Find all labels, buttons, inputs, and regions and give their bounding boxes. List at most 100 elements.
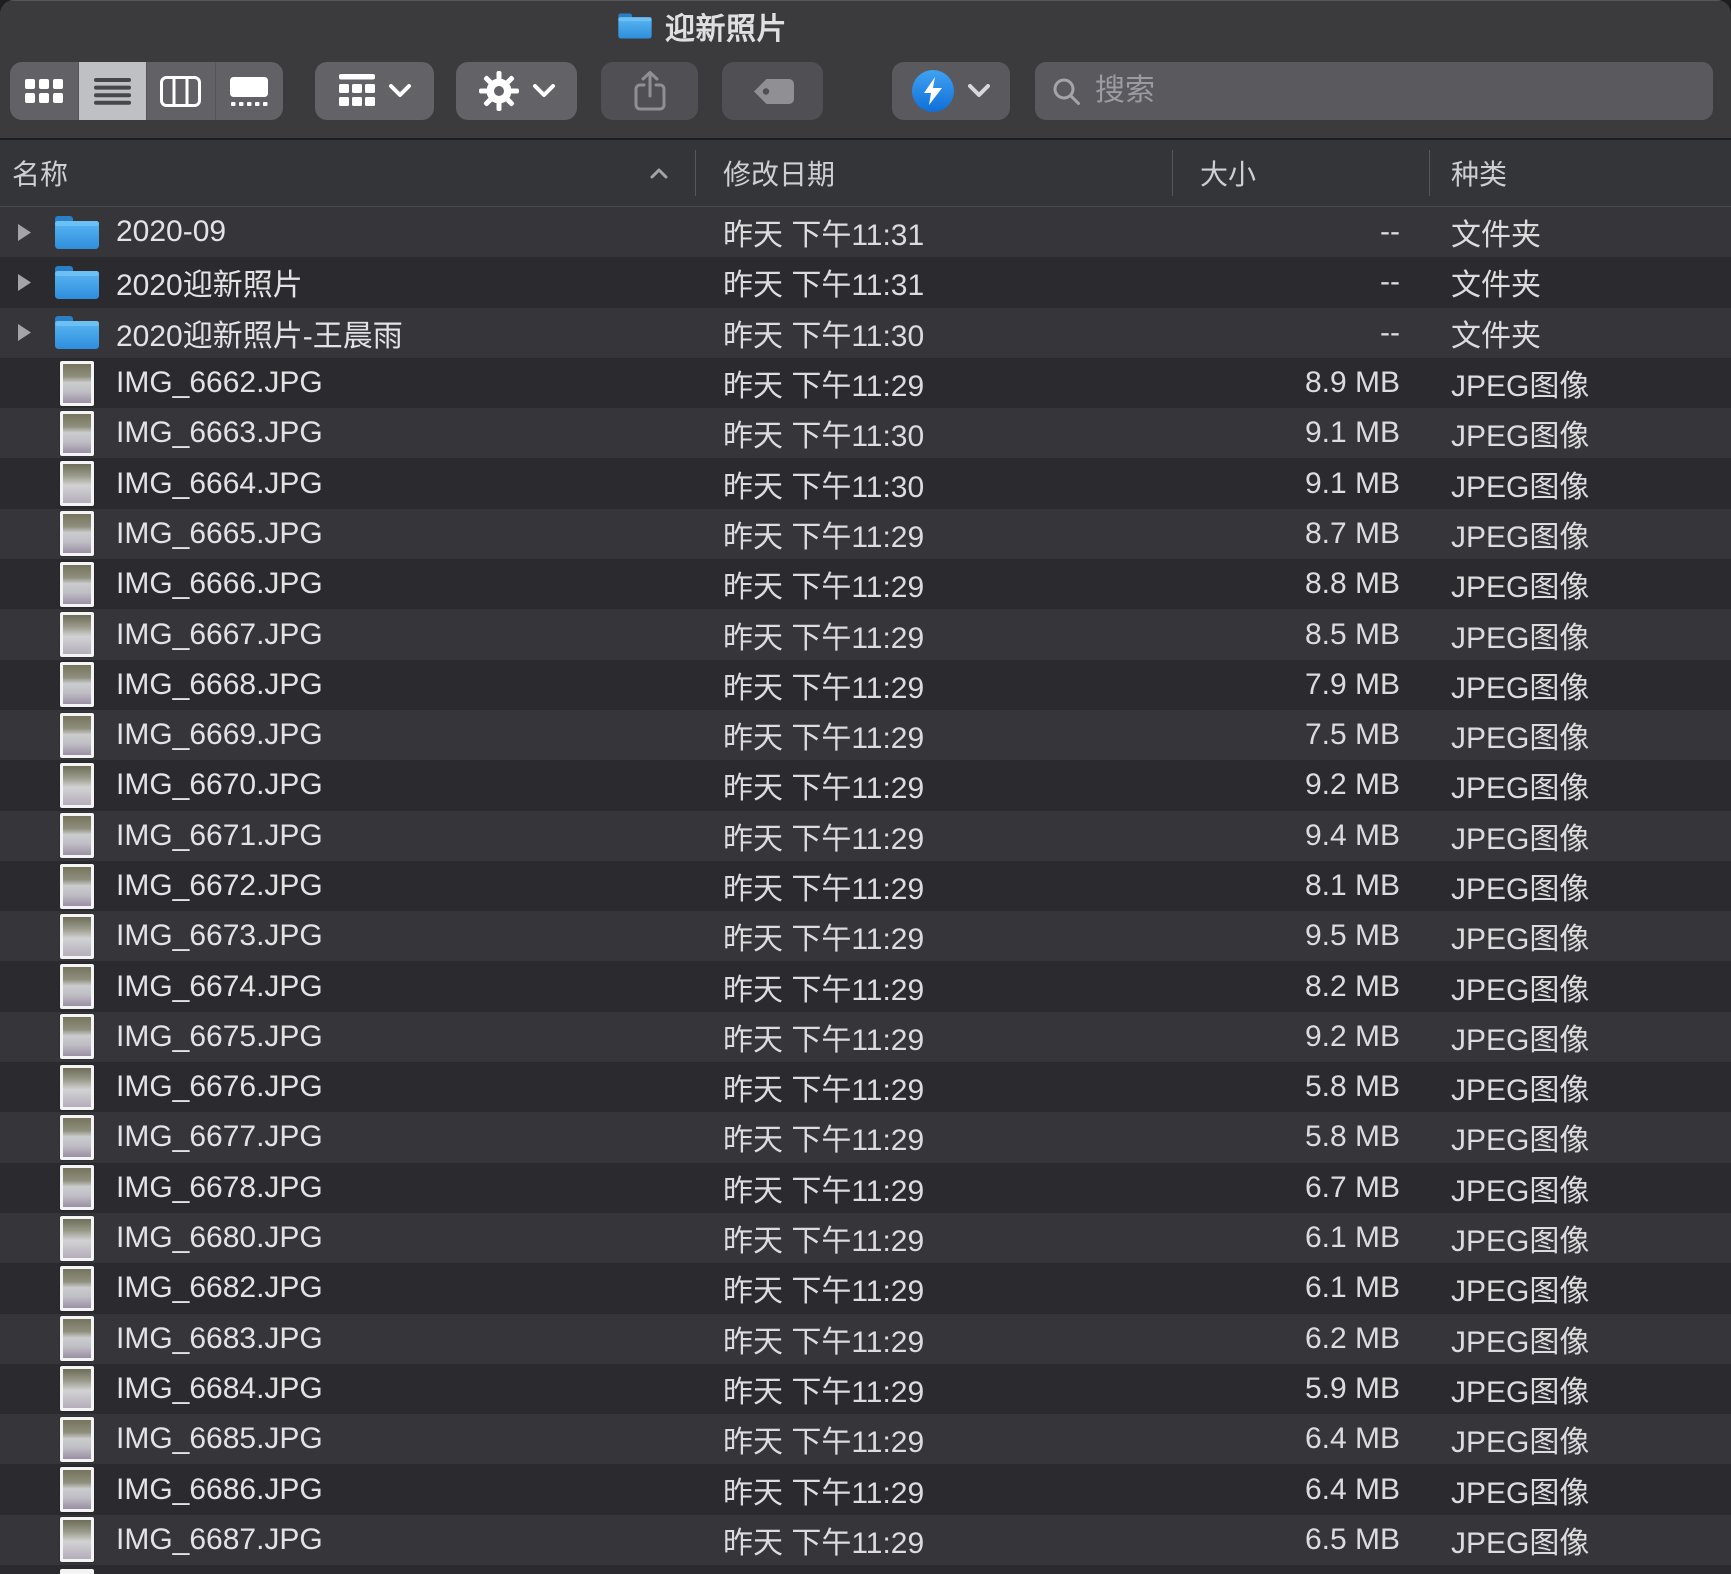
file-icon-slot — [48, 461, 106, 506]
file-kind: JPEG图像 — [1429, 1166, 1731, 1210]
file-size: 6.4 MB — [1172, 1422, 1429, 1456]
disclosure-triangle-icon[interactable] — [0, 726, 48, 745]
table-row[interactable]: IMG_6664.JPG 昨天 下午11:30 9.1 MB JPEG图像 — [0, 458, 1731, 508]
table-row[interactable]: IMG_6683.JPG 昨天 下午11:29 6.2 MB JPEG图像 — [0, 1314, 1731, 1364]
disclosure-triangle-icon[interactable] — [0, 1480, 48, 1499]
table-row[interactable]: IMG_6670.JPG 昨天 下午11:29 9.2 MB JPEG图像 — [0, 760, 1731, 810]
gallery-view-button[interactable] — [215, 62, 284, 120]
disclosure-triangle-icon[interactable] — [0, 1078, 48, 1097]
disclosure-triangle-icon[interactable] — [0, 776, 48, 795]
table-row[interactable]: IMG_6672.JPG 昨天 下午11:29 8.1 MB JPEG图像 — [0, 861, 1731, 911]
window-title: 迎新照片 — [665, 4, 787, 48]
table-row[interactable]: IMG_6687.JPG 昨天 下午11:29 6.5 MB JPEG图像 — [0, 1515, 1731, 1565]
tag-button[interactable] — [722, 62, 823, 120]
disclosure-triangle-icon[interactable] — [0, 675, 48, 694]
table-row[interactable]: IMG_6673.JPG 昨天 下午11:29 9.5 MB JPEG图像 — [0, 911, 1731, 961]
table-row[interactable]: IMG_6684.JPG 昨天 下午11:29 5.9 MB JPEG图像 — [0, 1364, 1731, 1414]
column-view-button[interactable] — [146, 62, 215, 120]
file-icon-slot — [48, 1216, 106, 1261]
table-row[interactable]: 2020-09 昨天 下午11:31 -- 文件夹 — [0, 207, 1731, 257]
disclosure-triangle-icon[interactable] — [0, 877, 48, 896]
column-header-size[interactable]: 大小 — [1172, 140, 1429, 206]
table-row[interactable]: IMG_6676.JPG 昨天 下午11:29 5.8 MB JPEG图像 — [0, 1062, 1731, 1112]
disclosure-triangle-icon[interactable] — [0, 374, 48, 393]
search-input[interactable] — [1093, 73, 1697, 109]
file-kind: 文件夹 — [1429, 210, 1731, 254]
disclosure-triangle-icon[interactable] — [0, 1027, 48, 1046]
disclosure-triangle-icon[interactable] — [0, 1178, 48, 1197]
action-menu-button[interactable] — [456, 62, 577, 120]
table-row[interactable]: IMG_6680.JPG 昨天 下午11:29 6.1 MB JPEG图像 — [0, 1213, 1731, 1263]
file-icon-slot — [48, 1517, 106, 1562]
icon-view-button[interactable] — [10, 62, 78, 120]
column-header-kind[interactable]: 种类 — [1429, 140, 1731, 206]
table-row[interactable]: IMG_6668.JPG 昨天 下午11:29 7.9 MB JPEG图像 — [0, 660, 1731, 710]
disclosure-triangle-icon[interactable] — [0, 524, 48, 543]
column-header-kind-label: 种类 — [1451, 153, 1507, 193]
table-row[interactable]: IMG_6677.JPG 昨天 下午11:29 5.8 MB JPEG图像 — [0, 1112, 1731, 1162]
table-row[interactable]: IMG_6662.JPG 昨天 下午11:29 8.9 MB JPEG图像 — [0, 358, 1731, 408]
disclosure-triangle-icon[interactable] — [0, 1379, 48, 1398]
file-size: 9.2 MB — [1172, 1020, 1429, 1054]
file-name: IMG_6672.JPG — [116, 869, 323, 903]
disclosure-triangle-icon[interactable] — [0, 826, 48, 845]
file-size: 6.2 MB — [1172, 1322, 1429, 1356]
column-header-name[interactable]: 名称 — [0, 140, 695, 206]
disclosure-triangle-icon[interactable] — [0, 575, 48, 594]
name-cell: IMG_6665.JPG — [0, 509, 695, 559]
file-name: IMG_6683.JPG — [116, 1322, 323, 1356]
photo-thumbnail — [60, 1216, 94, 1261]
disclosure-triangle-icon[interactable] — [0, 273, 48, 292]
file-size: 6.7 MB — [1172, 1171, 1429, 1205]
file-icon-slot — [48, 612, 106, 657]
extension-badge — [912, 70, 954, 112]
sort-ascending-icon — [650, 167, 668, 179]
column-view-icon — [160, 76, 201, 107]
table-row[interactable]: IMG_6685.JPG 昨天 下午11:29 6.4 MB JPEG图像 — [0, 1414, 1731, 1464]
table-row[interactable]: IMG_6665.JPG 昨天 下午11:29 8.7 MB JPEG图像 — [0, 509, 1731, 559]
group-by-button[interactable] — [315, 62, 434, 120]
table-row[interactable]: IMG_6667.JPG 昨天 下午11:29 8.5 MB JPEG图像 — [0, 609, 1731, 659]
file-name: IMG_6664.JPG — [116, 467, 323, 501]
disclosure-triangle-icon[interactable] — [0, 625, 48, 644]
share-button[interactable] — [601, 62, 698, 120]
partial-row — [0, 1565, 1731, 1574]
disclosure-triangle-icon[interactable] — [0, 474, 48, 493]
disclosure-triangle-icon[interactable] — [0, 1128, 48, 1147]
table-row[interactable]: IMG_6686.JPG 昨天 下午11:29 6.4 MB JPEG图像 — [0, 1464, 1731, 1514]
extension-button[interactable] — [892, 62, 1010, 120]
disclosure-triangle-icon[interactable] — [0, 323, 48, 342]
disclosure-triangle-icon[interactable] — [0, 1430, 48, 1449]
file-size: 6.1 MB — [1172, 1271, 1429, 1305]
file-kind: 文件夹 — [1429, 311, 1731, 355]
file-icon-slot — [48, 1316, 106, 1361]
list-view-button[interactable] — [78, 62, 147, 120]
table-row[interactable]: IMG_6675.JPG 昨天 下午11:29 9.2 MB JPEG图像 — [0, 1012, 1731, 1062]
file-name: IMG_6684.JPG — [116, 1372, 323, 1406]
disclosure-triangle-icon[interactable] — [0, 1229, 48, 1248]
table-row[interactable]: IMG_6682.JPG 昨天 下午11:29 6.1 MB JPEG图像 — [0, 1263, 1731, 1313]
table-row[interactable]: IMG_6678.JPG 昨天 下午11:29 6.7 MB JPEG图像 — [0, 1163, 1731, 1213]
file-date: 昨天 下午11:29 — [695, 814, 1172, 858]
disclosure-triangle-icon[interactable] — [0, 1329, 48, 1348]
table-row[interactable]: IMG_6674.JPG 昨天 下午11:29 8.2 MB JPEG图像 — [0, 961, 1731, 1011]
disclosure-triangle-icon[interactable] — [0, 977, 48, 996]
table-row[interactable]: 2020迎新照片 昨天 下午11:31 -- 文件夹 — [0, 257, 1731, 307]
column-header-date[interactable]: 修改日期 — [695, 140, 1172, 206]
file-kind: JPEG图像 — [1429, 763, 1731, 807]
table-row[interactable]: IMG_6669.JPG 昨天 下午11:29 7.5 MB JPEG图像 — [0, 710, 1731, 760]
file-name: IMG_6662.JPG — [116, 366, 323, 400]
table-row[interactable]: 2020迎新照片-王晨雨 昨天 下午11:30 -- 文件夹 — [0, 308, 1731, 358]
column-header-row: 名称 修改日期 大小 种类 — [0, 140, 1731, 207]
search-field[interactable] — [1035, 62, 1713, 120]
table-row[interactable]: IMG_6666.JPG 昨天 下午11:29 8.8 MB JPEG图像 — [0, 559, 1731, 609]
table-row[interactable]: IMG_6671.JPG 昨天 下午11:29 9.4 MB JPEG图像 — [0, 811, 1731, 861]
disclosure-triangle-icon[interactable] — [0, 223, 48, 242]
disclosure-triangle-icon[interactable] — [0, 424, 48, 443]
file-name: IMG_6671.JPG — [116, 819, 323, 853]
table-row[interactable]: IMG_6663.JPG 昨天 下午11:30 9.1 MB JPEG图像 — [0, 408, 1731, 458]
disclosure-triangle-icon[interactable] — [0, 1530, 48, 1549]
file-icon-slot — [48, 1115, 106, 1160]
disclosure-triangle-icon[interactable] — [0, 1279, 48, 1298]
disclosure-triangle-icon[interactable] — [0, 927, 48, 946]
